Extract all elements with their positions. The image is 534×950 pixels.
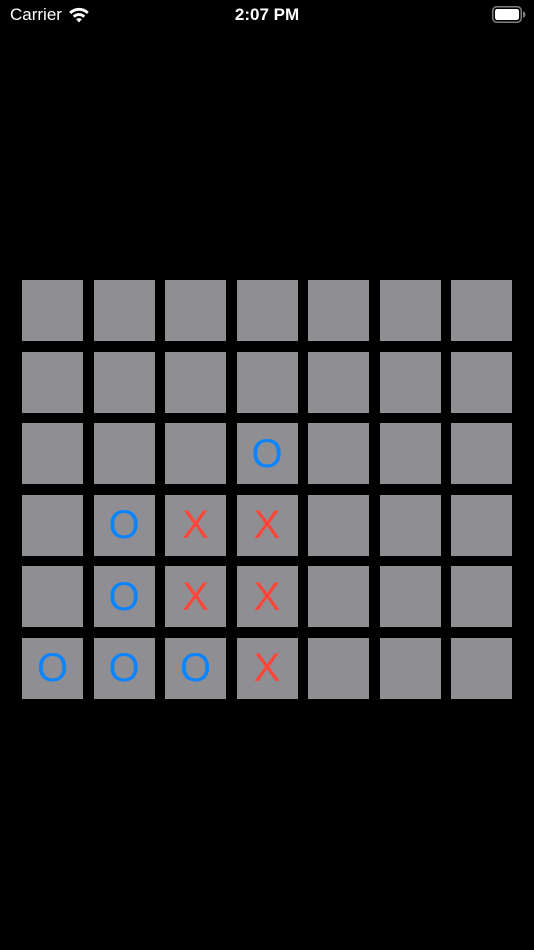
board-cell-r6-c6[interactable] [379, 637, 441, 699]
board-cell-r2-c1[interactable] [22, 351, 83, 413]
board-cell-r4-c4[interactable]: X [236, 494, 298, 556]
board-cell-r3-c2[interactable] [93, 423, 155, 484]
board-cell-r4-c7[interactable] [451, 494, 512, 556]
game-board: OOXXOXXOOOX [22, 280, 512, 699]
board-cell-r3-c7[interactable] [451, 423, 512, 484]
board-cell-r2-c3[interactable] [165, 351, 226, 413]
board-cell-r4-c5[interactable] [308, 494, 369, 556]
board-cell-r1-c2[interactable] [93, 280, 155, 341]
board-cell-r2-c4[interactable] [236, 351, 298, 413]
board-cell-r3-c5[interactable] [308, 423, 369, 484]
board-cell-r3-c6[interactable] [379, 423, 441, 484]
board-cell-r5-c2[interactable]: O [93, 566, 155, 627]
board-cell-r2-c7[interactable] [451, 351, 512, 413]
board-cell-r2-c2[interactable] [93, 351, 155, 413]
board-cell-r6-c4[interactable]: X [236, 637, 298, 699]
board-cell-r2-c5[interactable] [308, 351, 369, 413]
board-cell-r4-c3[interactable]: X [165, 494, 226, 556]
board-cell-r6-c7[interactable] [451, 637, 512, 699]
board-cell-r6-c3[interactable]: O [165, 637, 226, 699]
board-cell-r5-c4[interactable]: X [236, 566, 298, 627]
board-cell-r3-c4[interactable]: O [236, 423, 298, 484]
board-cell-r5-c5[interactable] [308, 566, 369, 627]
status-time: 2:07 PM [234, 5, 300, 24]
board-cell-r3-c3[interactable] [165, 423, 226, 484]
board-cell-r6-c2[interactable]: O [93, 637, 155, 699]
battery-icon [492, 6, 526, 23]
board-cell-r1-c5[interactable] [308, 280, 369, 341]
board-cell-r1-c7[interactable] [451, 280, 512, 341]
board-cell-r6-c1[interactable]: O [22, 637, 83, 699]
board-cell-r4-c1[interactable] [22, 494, 83, 556]
board-cell-r1-c4[interactable] [236, 280, 298, 341]
board-cell-r1-c3[interactable] [165, 280, 226, 341]
board-cell-r5-c6[interactable] [379, 566, 441, 627]
board-cell-r4-c6[interactable] [379, 494, 441, 556]
board-cell-r3-c1[interactable] [22, 423, 83, 484]
board-cell-r4-c2[interactable]: O [93, 494, 155, 556]
status-bar: Carrier 2:07 PM [0, 0, 534, 30]
board-cell-r1-c1[interactable] [22, 280, 83, 341]
board-cell-r5-c7[interactable] [451, 566, 512, 627]
board-cell-r5-c1[interactable] [22, 566, 83, 627]
board-cell-r6-c5[interactable] [308, 637, 369, 699]
board-cell-r1-c6[interactable] [379, 280, 441, 341]
board-cell-r2-c6[interactable] [379, 351, 441, 413]
board-cell-r5-c3[interactable]: X [165, 566, 226, 627]
